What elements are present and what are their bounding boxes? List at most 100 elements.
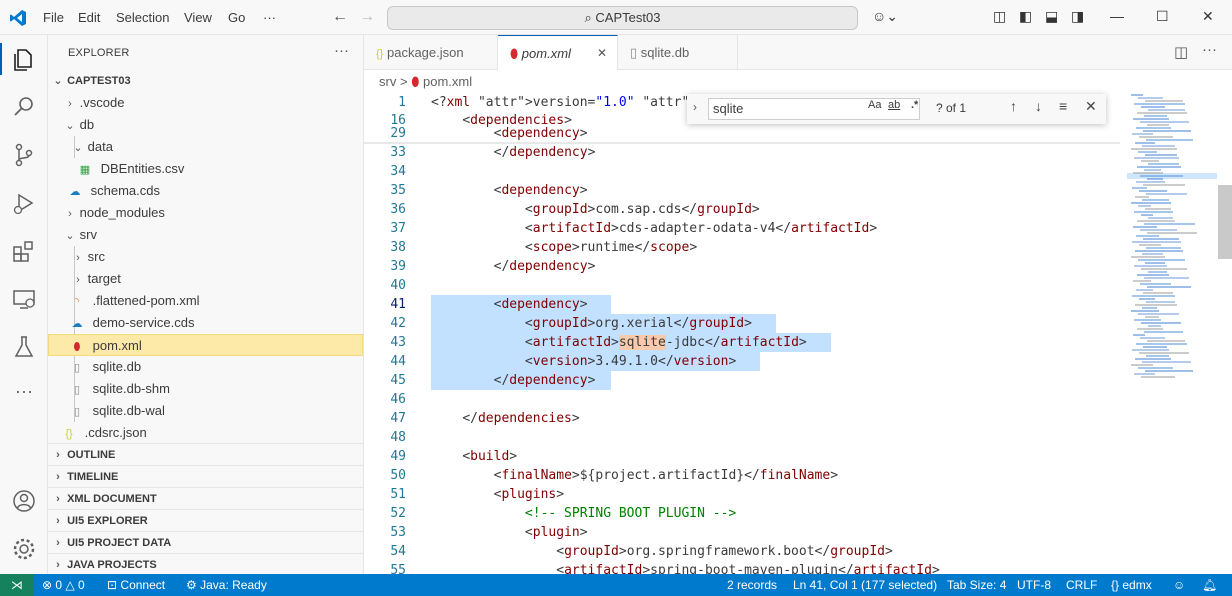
menu-selection[interactable]: Selection xyxy=(116,10,169,25)
menu-file[interactable]: File xyxy=(43,10,64,25)
tree-item-node-modules[interactable]: › node_modules xyxy=(48,202,363,224)
connect-button[interactable]: ⊡ Connect xyxy=(107,574,165,596)
tree-item-data[interactable]: ⌄ data xyxy=(48,136,363,158)
close-icon[interactable]: ✕ xyxy=(1085,98,1097,115)
menu-more-button[interactable]: ··· xyxy=(263,10,276,25)
error-icon: ⊗ xyxy=(42,578,53,592)
line-number: 44 xyxy=(390,354,406,369)
tab-size[interactable]: Tab Size: 4 xyxy=(947,574,1006,596)
section-label: OUTLINE xyxy=(67,449,116,461)
tree-item-cdsrc-json[interactable]: {} .cdsrc.json xyxy=(48,422,363,444)
explorer-more-button[interactable]: ··· xyxy=(334,42,349,59)
tab-package-json[interactable]: {} package.json xyxy=(364,35,498,70)
menu-edit[interactable]: Edit xyxy=(78,10,100,25)
tree-item-dbentities-csv[interactable]: ▦ DBEntities.csv xyxy=(48,158,363,180)
minimap[interactable] xyxy=(1127,93,1217,393)
section-java-projects[interactable]: › JAVA PROJECTS xyxy=(48,553,363,575)
more-views-icon[interactable]: ··· xyxy=(10,381,38,409)
chevron-down-icon: ⌄ xyxy=(65,230,75,242)
tree-item-sqlite-db-shm[interactable]: ▯ sqlite.db-shm xyxy=(48,378,363,400)
remote-explorer-icon[interactable] xyxy=(10,285,38,313)
back-arrow-icon[interactable]: ← xyxy=(332,8,348,26)
tree-item-sqlite-db[interactable]: ▯ sqlite.db xyxy=(48,356,363,378)
tree-item-vscode[interactable]: › .vscode xyxy=(48,92,363,114)
toggle-sidebar-icon[interactable]: ◧ xyxy=(1019,8,1032,25)
tree-item-demo-service-cds[interactable]: ☁ demo-service.cds xyxy=(48,312,363,334)
toggle-panel-icon[interactable]: ⬓ xyxy=(1045,8,1058,25)
manage-gear-icon[interactable] xyxy=(10,535,38,563)
section-ui5-explorer[interactable]: › UI5 EXPLORER xyxy=(48,509,363,531)
menu-view[interactable]: View xyxy=(184,10,212,25)
tab-pom-xml[interactable]: ⬮ pom.xml ✕ xyxy=(498,35,618,70)
section-timeline[interactable]: › TIMELINE xyxy=(48,465,363,487)
cursor-position[interactable]: Ln 41, Col 1 (177 selected) xyxy=(793,574,937,596)
tree-item-srv[interactable]: ⌄ srv xyxy=(48,224,363,246)
search-icon[interactable] xyxy=(10,93,38,121)
line-number: 41 xyxy=(390,297,406,312)
accounts-icon[interactable] xyxy=(10,487,38,515)
close-icon[interactable]: ✕ xyxy=(597,36,607,71)
toggle-secondary-sidebar-icon[interactable]: ◨ xyxy=(1071,8,1084,25)
section-outline[interactable]: › OUTLINE xyxy=(48,443,363,465)
line-code: <scope>runtime</scope> xyxy=(524,240,698,255)
copilot-status-icon[interactable]: ☺ xyxy=(1173,574,1185,596)
run-debug-icon[interactable] xyxy=(10,189,38,217)
tree-item-pom-xml[interactable]: ⬮ pom.xml xyxy=(48,334,363,356)
line-code: </dependency> xyxy=(493,373,596,388)
search-label: CAPTest03 xyxy=(595,10,661,25)
regex-toggle[interactable]: .* xyxy=(911,99,918,111)
workspace-root-label: CAPTEST03 xyxy=(67,75,131,87)
command-center-search[interactable]: ⌕ CAPTest03 xyxy=(387,6,858,30)
breadcrumb-folder[interactable]: srv xyxy=(379,74,396,89)
layout-icon[interactable]: ◫ xyxy=(993,8,1006,25)
tree-item-flattened-pom[interactable]: ◝ .flattened-pom.xml xyxy=(48,290,363,312)
extensions-icon[interactable] xyxy=(10,237,38,265)
tab-sqlite-db[interactable]: ▯ sqlite.db xyxy=(618,35,738,70)
forward-arrow-icon[interactable]: → xyxy=(359,8,375,26)
breadcrumb-file[interactable]: pom.xml xyxy=(423,74,472,89)
sticky-scroll-shadow xyxy=(364,142,1120,144)
line-ending[interactable]: CRLF xyxy=(1066,574,1097,596)
file-icon: ▯ xyxy=(73,406,81,418)
scrollbar-thumb[interactable] xyxy=(1218,185,1232,259)
tree-item-db[interactable]: ⌄ db xyxy=(48,114,363,136)
next-match-icon[interactable]: ↓ xyxy=(1035,98,1042,114)
tree-item-sqlite-db-wal[interactable]: ▯ sqlite.db-wal xyxy=(48,400,363,422)
section-ui5-project-data[interactable]: › UI5 PROJECT DATA xyxy=(48,531,363,553)
java-status[interactable]: ⚙ Java: Ready xyxy=(186,574,267,596)
explorer-icon[interactable] xyxy=(10,45,38,73)
tree-item-label: DBEntities.csv xyxy=(100,161,185,176)
tree-item-src[interactable]: › src xyxy=(48,246,363,268)
problems-indicator[interactable]: ⊗ 0 △ 0 xyxy=(42,574,85,596)
tree-item-schema-cds[interactable]: ☁ schema.cds xyxy=(48,180,363,202)
tree-item-target[interactable]: › target xyxy=(48,268,363,290)
remote-indicator-icon[interactable]: ⋊ xyxy=(0,574,34,596)
code-editor[interactable]: 1<?xml "attr">version="1.0" "attr">encod… xyxy=(364,93,1232,574)
braces-icon: {} xyxy=(1111,578,1120,592)
csv-file-icon: ▦ xyxy=(79,164,91,176)
previous-match-icon[interactable]: ↑ xyxy=(1010,98,1017,114)
editor-more-actions-icon[interactable]: ··· xyxy=(1202,41,1217,58)
copilot-icon[interactable]: ☺⌄ xyxy=(872,8,898,25)
line-code: </dependency> xyxy=(493,145,596,160)
match-case-toggle[interactable]: Aa xyxy=(868,99,881,111)
line-number: 52 xyxy=(390,506,406,521)
close-window-icon[interactable]: ✕ xyxy=(1202,8,1214,25)
split-editor-icon[interactable]: ◫ xyxy=(1174,43,1188,61)
explorer-title: EXPLORER xyxy=(68,47,130,59)
testing-icon[interactable] xyxy=(10,333,38,361)
find-in-selection-icon[interactable]: ≡ xyxy=(1059,98,1067,114)
workspace-root[interactable]: ⌄ CAPTEST03 xyxy=(48,70,363,92)
maximize-icon[interactable]: ☐ xyxy=(1156,8,1169,25)
source-control-icon[interactable] xyxy=(10,141,38,169)
records-count[interactable]: 2 records xyxy=(727,574,777,596)
menu-go[interactable]: Go xyxy=(228,10,245,25)
language-mode[interactable]: {} edmx xyxy=(1111,574,1152,596)
toggle-replace-icon[interactable]: › xyxy=(693,100,697,114)
minimize-icon[interactable]: — xyxy=(1110,8,1124,24)
notifications-icon[interactable]: 🔔︎ xyxy=(1202,574,1217,596)
section-xml-document[interactable]: › XML DOCUMENT xyxy=(48,487,363,509)
file-encoding[interactable]: UTF-8 xyxy=(1017,574,1051,596)
section-label: UI5 PROJECT DATA xyxy=(67,537,172,549)
match-word-toggle[interactable]: ab xyxy=(888,99,900,111)
